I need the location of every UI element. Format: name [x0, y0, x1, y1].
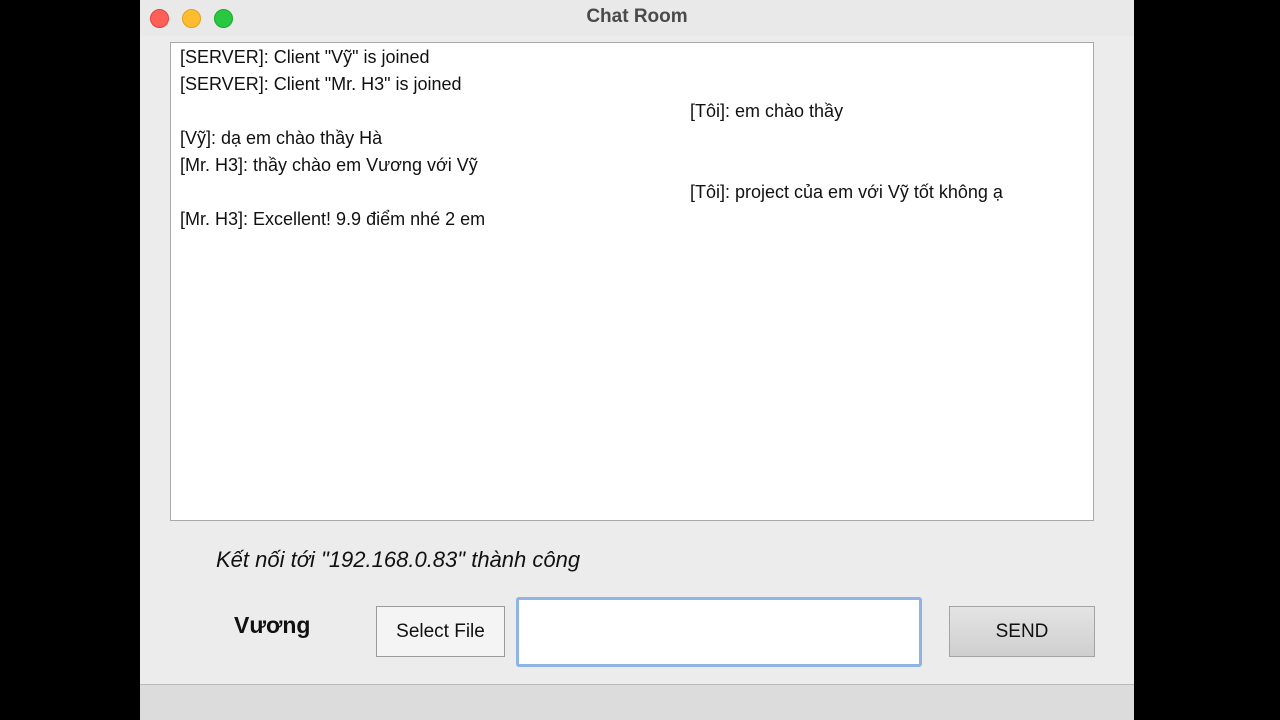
chat-message: [SERVER]: Client "Vỹ" is joined	[180, 47, 430, 67]
chat-message: [Mr. H3]: Excellent! 9.9 điểm nhé 2 em	[180, 209, 486, 229]
send-button[interactable]: SEND	[949, 606, 1095, 657]
message-input[interactable]	[516, 597, 922, 667]
chat-message: [Vỹ]: dạ em chào thầy Hà	[180, 128, 383, 148]
connection-status: Kết nối tới "192.168.0.83" thành công	[216, 547, 581, 572]
chat-message: [SERVER]: Client "Mr. H3" is joined	[180, 74, 462, 94]
window-title: Chat Room	[586, 6, 688, 27]
chat-message-own: [Tôi]: project của em với Vỹ tốt không ạ	[690, 182, 1003, 202]
chat-message-own: [Tôi]: em chào thầy	[690, 101, 844, 121]
username-label: Vương	[234, 612, 311, 638]
chat-log[interactable]: [SERVER]: Client "Vỹ" is joined [SERVER]…	[170, 42, 1094, 521]
window-bottom-bar	[140, 684, 1134, 720]
select-file-button[interactable]: Select File	[376, 606, 505, 657]
chat-room-window: Chat Room [SERVER]: Client "Vỹ" is joine…	[140, 0, 1134, 720]
title-bar: Chat Room	[140, 0, 1134, 36]
chat-message: [Mr. H3]: thầy chào em Vương với Vỹ	[180, 155, 478, 175]
